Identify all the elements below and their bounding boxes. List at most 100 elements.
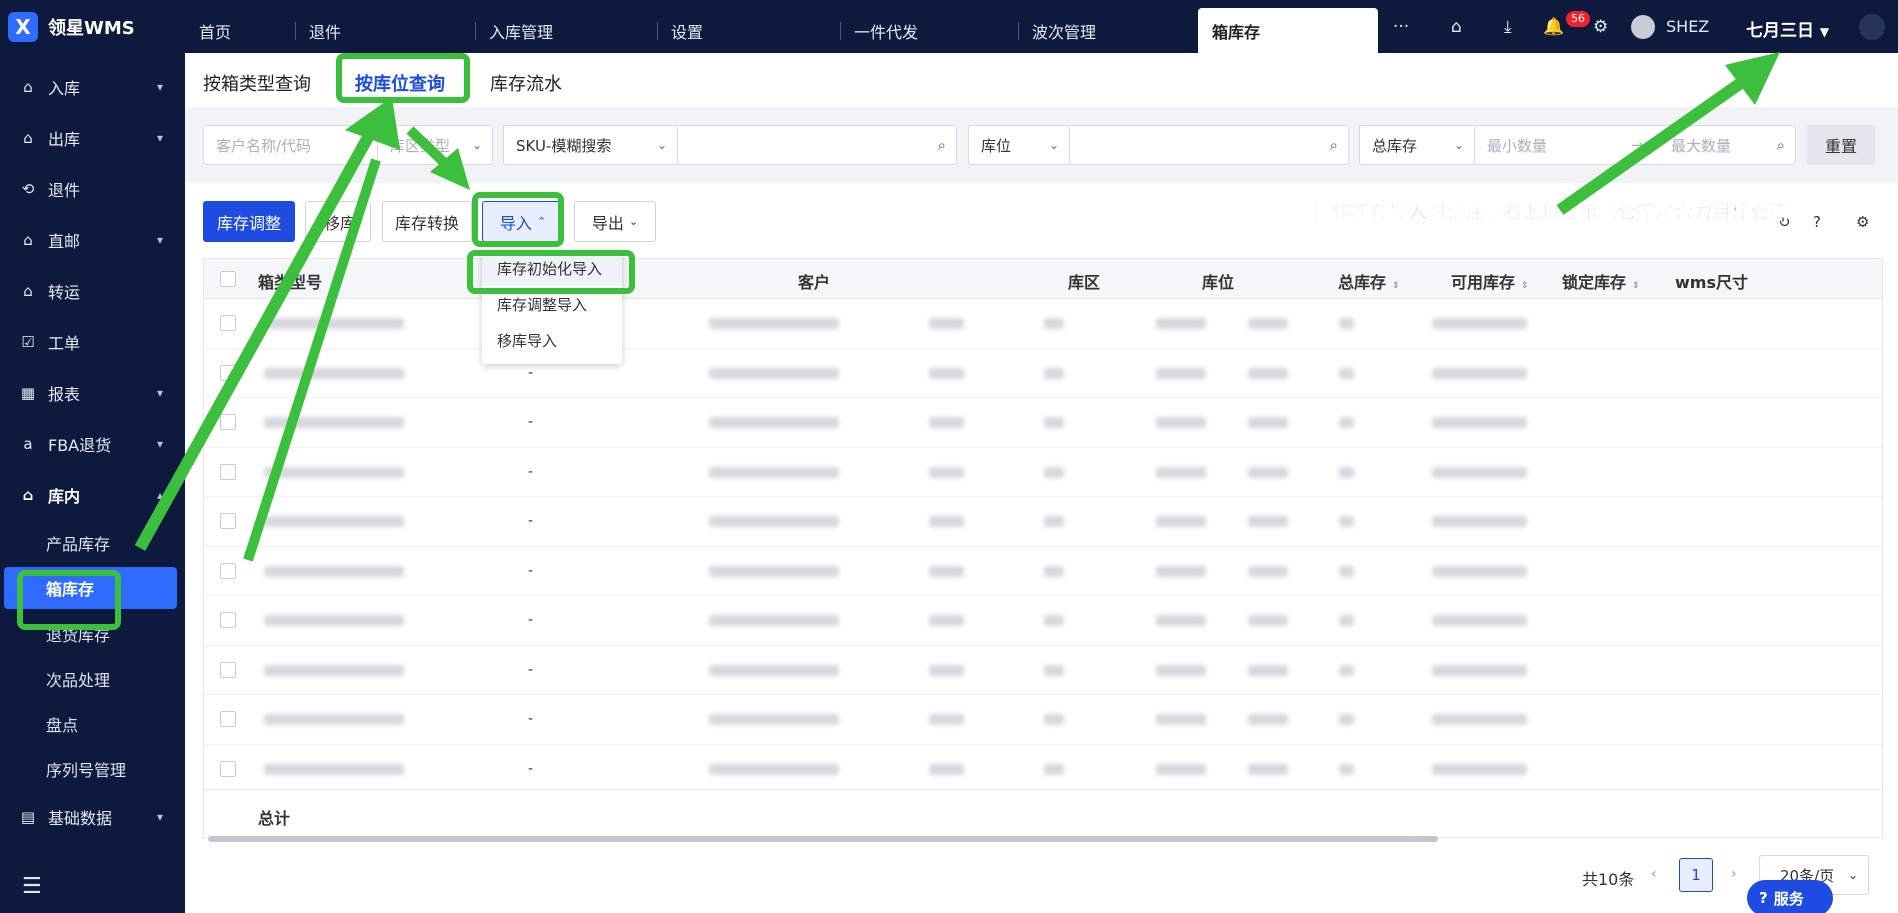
table-row[interactable] [204,299,1882,349]
area-type-select[interactable]: 库区类型 ⌄ [378,125,493,165]
app-logo[interactable]: X 领星WMS [0,0,185,53]
row-checkbox[interactable] [220,562,236,579]
help-icon[interactable]: ? [1813,213,1821,231]
table-row[interactable]: - [204,349,1882,398]
redacted-cell [929,516,964,527]
sidebar-subitem-defective[interactable]: 次品处理 [0,656,185,701]
avatar[interactable] [1631,15,1655,39]
select-all-checkbox[interactable] [220,271,236,287]
row-checkbox[interactable] [220,612,236,628]
next-page-icon[interactable]: › [1731,866,1737,882]
stock-type-select[interactable]: 总库存 ⌄ [1359,125,1475,165]
redacted-cell [1044,664,1064,676]
placeholder: 库区类型 [390,136,451,155]
row-checkbox[interactable] [220,364,236,381]
sidebar-item-label: 退件 [48,180,81,200]
redacted-cell [709,615,839,626]
sidebar-item-base-data[interactable]: ▤ 基础数据 ▾ [0,791,185,842]
export-button[interactable]: 导出 ⌄ [574,201,656,242]
sidebar-nav: ⌂ 入库 ▾ ⌂ 出库 ▾ ⟲ 退件 ⌂ 直邮 ▾ ⌂ 转运 ☑ 工单 ▦ 报表 ▾ a FBA退货 ▾ … [0,61,185,842]
search-icon[interactable]: ⌕ [1330,136,1338,154]
download-icon[interactable]: ⤓ [1504,17,1512,37]
row-checkbox[interactable] [220,463,236,480]
column-settings-icon[interactable]: ⚙ [1856,213,1869,231]
reset-button[interactable]: 重置 [1807,125,1875,165]
user-name[interactable]: SHEZ [1666,17,1709,36]
settings-icon[interactable]: ⚙ [1593,17,1608,37]
location-search-input[interactable]: ⌕ [1069,125,1349,165]
more-tabs-icon[interactable]: ··· [1393,17,1409,37]
subtab-by-box-type[interactable]: 按箱类型查询 [203,70,311,96]
row-checkbox[interactable] [220,711,236,727]
col-total-stock[interactable]: 总库存 ⇕ [1338,269,1400,293]
tab-box-stock[interactable]: 箱库存 [1198,8,1378,53]
sku-search-select[interactable]: SKU-模糊搜索 ⌄ [503,125,678,165]
redacted-cell [1432,466,1527,478]
sidebar-item-direct-mail[interactable]: ⌂ 直邮 ▾ [0,214,185,265]
sidebar-subitem-stocktake[interactable]: 盘点 [0,701,185,746]
stock-convert-button[interactable]: 库存转换 [382,201,472,242]
row-checkbox[interactable] [220,661,236,678]
shop-icon[interactable]: ⌂ [1451,17,1462,37]
table-row[interactable]: - [204,695,1882,745]
service-button[interactable]: ? 服务 [1747,880,1833,913]
sidebar-item-work-order[interactable]: ☑ 工单 [0,316,185,367]
table-row[interactable]: - [204,547,1882,596]
sidebar-item-transship[interactable]: ⌂ 转运 [0,265,185,316]
col-available-stock[interactable]: 可用库存 ⇕ [1451,269,1529,293]
tab-return[interactable]: 退件 [295,8,475,53]
prev-page-icon[interactable]: ‹ [1651,866,1657,882]
sidebar-item-warehouse[interactable]: ⌂ 库内 ▴ [0,469,185,520]
sidebar-item-outbound[interactable]: ⌂ 出库 ▾ [0,112,185,163]
search-icon[interactable]: ⌕ [1859,14,1885,40]
sidebar-subitem-product-stock[interactable]: 产品库存 [0,520,185,565]
bell-icon[interactable]: 🔔 [1543,17,1564,37]
tab-wave[interactable]: 波次管理 [1018,8,1198,53]
redacted-cell [1339,763,1354,775]
redacted-cell [1432,516,1527,527]
table-row[interactable]: - [204,596,1882,646]
row-checkbox[interactable] [220,315,236,331]
redacted-cell [709,367,839,379]
stock-adjust-button[interactable]: 库存调整 [203,201,295,242]
sidebar-item-return[interactable]: ⟲ 退件 [0,163,185,214]
table-row[interactable]: - [204,448,1882,497]
col-label: 可用库存 [1451,273,1516,292]
redacted-cell [929,714,964,725]
horizontal-scrollbar[interactable] [208,836,1438,842]
customer-filter-input[interactable]: 客户名称/代码 [203,125,378,165]
row-checkbox[interactable] [220,513,236,529]
sidebar-item-report[interactable]: ▦ 报表 ▾ [0,367,185,418]
sidebar-item-inbound[interactable]: ⌂ 入库 ▾ [0,61,185,112]
table-row[interactable]: - [204,745,1882,794]
menu-item-move-import[interactable]: 移库导入 [482,322,622,358]
stock-range-input[interactable]: 最小数量 → 最大数量 ⌕ [1474,125,1796,165]
redacted-cell [264,417,404,428]
tab-settings[interactable]: 设置 [657,8,840,53]
sort-icon: ⇕ [1521,281,1529,291]
row-checkbox[interactable] [220,414,236,430]
table-row[interactable]: - [204,646,1882,695]
collapse-menu-icon[interactable]: ☰ [22,874,42,899]
location-select[interactable]: 库位 ⌄ [968,125,1070,165]
search-icon[interactable]: ⌕ [938,136,946,154]
tab-dropship[interactable]: 一件代发 [840,8,1018,53]
col-locked-stock[interactable]: 锁定库存 ⇕ [1562,269,1640,293]
tab-home[interactable]: 首页 [185,8,295,53]
warehouse-selector[interactable]: 七月三日 ▼ [1746,16,1829,41]
search-icon[interactable]: ⌕ [1777,136,1785,154]
sidebar-item-fba-return[interactable]: a FBA退货 ▾ [0,418,185,469]
move-stock-button[interactable]: 移库 [305,201,371,242]
sku-search-input[interactable]: ⌕ [677,125,957,165]
table-row[interactable]: - [204,497,1882,547]
subtab-stock-ledger[interactable]: 库存流水 [490,70,562,96]
tab-label: 设置 [671,22,704,42]
table-row[interactable]: - [204,398,1882,448]
highlight-by-location-tab [336,53,470,103]
redacted-cell [1248,565,1288,577]
min-quantity-placeholder: 最小数量 [1487,136,1548,155]
row-checkbox[interactable] [220,760,236,777]
page-1-button[interactable]: 1 [1679,858,1713,892]
sidebar-subitem-serial[interactable]: 序列号管理 [0,746,185,791]
tab-inbound-manage[interactable]: 入库管理 [475,8,657,53]
